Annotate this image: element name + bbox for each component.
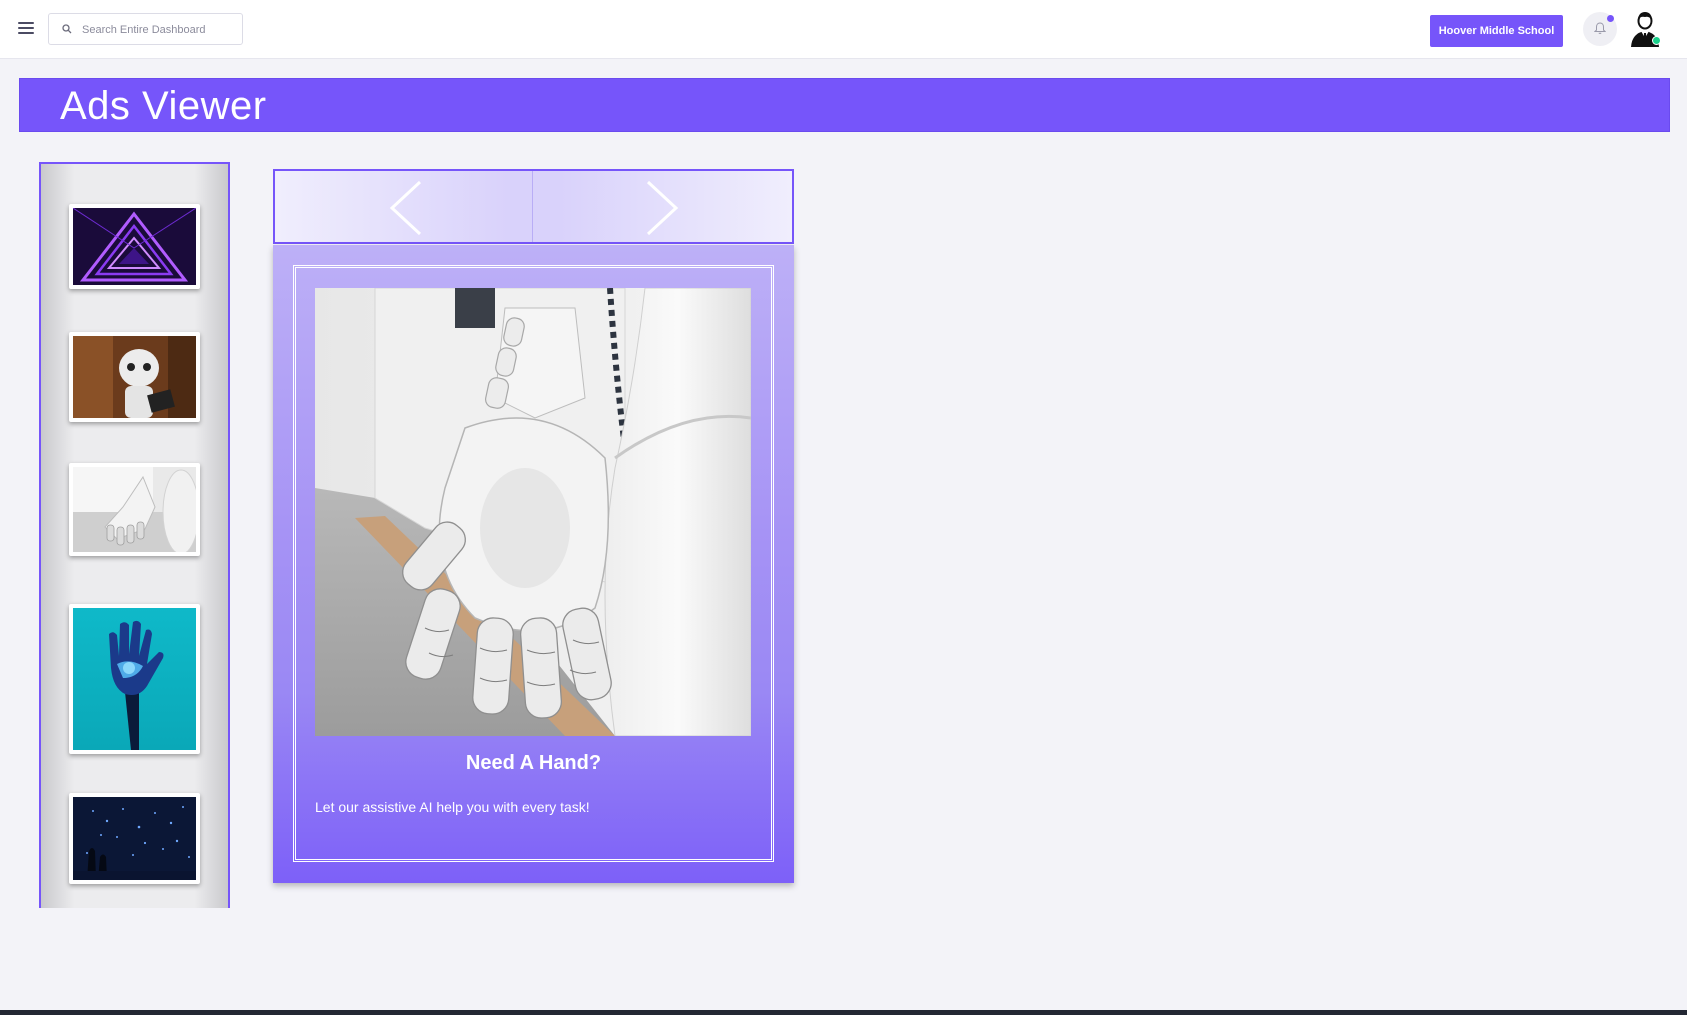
carousel-navigation xyxy=(273,169,794,244)
search-box[interactable] xyxy=(48,13,243,45)
ad-title: Need A Hand? xyxy=(465,752,602,774)
bell-icon xyxy=(1594,22,1606,34)
thumbnail-robot-hand xyxy=(73,467,196,552)
next-ad-button[interactable] xyxy=(534,171,792,242)
notifications-button[interactable] xyxy=(1583,12,1617,46)
online-status-indicator xyxy=(1652,36,1661,45)
page-title: Ads Viewer xyxy=(60,84,267,128)
school-selector-button[interactable]: Hoover Middle School xyxy=(1430,15,1563,47)
thumbnail-neon-triangle xyxy=(73,208,196,285)
bottom-edge xyxy=(0,1010,1687,1015)
ad-description: Let our assistive AI help you with every… xyxy=(315,799,590,815)
previous-ad-button[interactable] xyxy=(275,171,533,242)
ad-card-frame: Need A Hand? Let our assistive AI help y… xyxy=(293,265,774,862)
ad-image xyxy=(315,288,751,736)
chevron-left-icon xyxy=(389,180,422,236)
thumbnail-item[interactable] xyxy=(69,463,200,556)
ad-card[interactable]: Need A Hand? Let our assistive AI help y… xyxy=(273,245,794,883)
chevron-right-icon xyxy=(646,180,679,236)
thumbnail-item[interactable] xyxy=(69,204,200,289)
thumbnail-blue-glowing-hand xyxy=(73,608,196,750)
thumbnail-item[interactable] xyxy=(69,332,200,422)
page-header-banner: Ads Viewer xyxy=(19,78,1670,132)
thumbnail-pepper-robot xyxy=(73,336,196,418)
robot-hand-image xyxy=(315,288,751,736)
thumbnail-item[interactable] xyxy=(69,604,200,754)
notification-dot xyxy=(1607,15,1614,22)
search-input[interactable] xyxy=(82,20,232,40)
thumbnail-strip[interactable] xyxy=(39,162,230,908)
menu-icon[interactable] xyxy=(18,22,34,36)
thumbnail-dark-city-lights xyxy=(73,797,196,880)
top-bar: Hoover Middle School xyxy=(0,0,1687,59)
thumbnail-item[interactable] xyxy=(69,793,200,884)
search-icon xyxy=(62,24,72,34)
